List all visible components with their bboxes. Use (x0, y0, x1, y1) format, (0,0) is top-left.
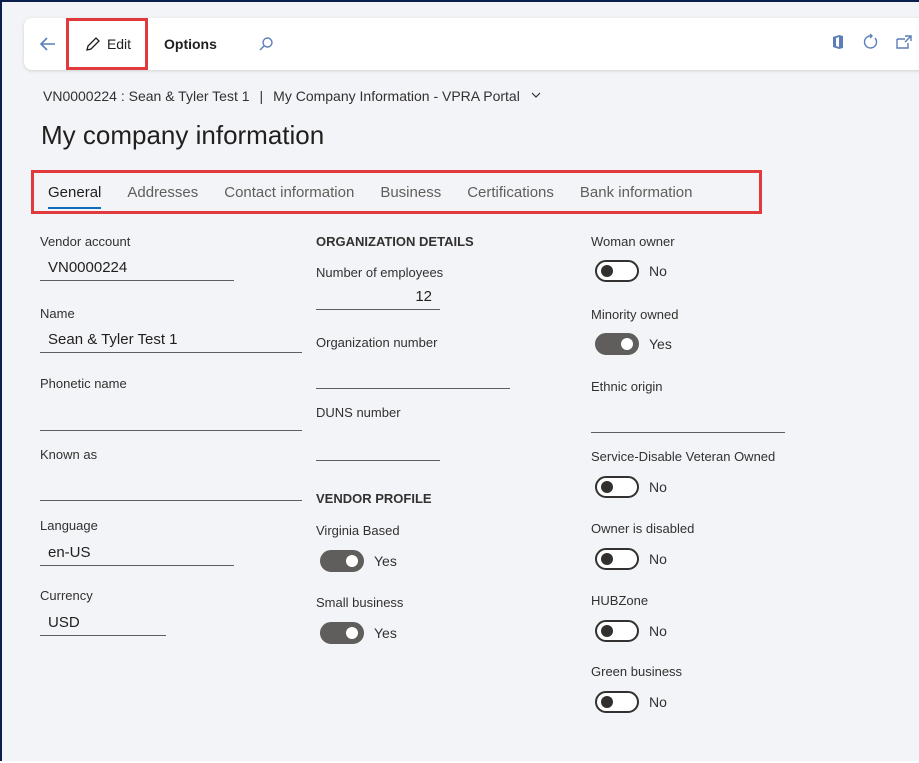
open-new-window-icon[interactable] (895, 34, 913, 55)
form-content: VN0000224 : Sean & Tyler Test 1 | My Com… (24, 82, 919, 763)
owner-is-disabled-value: No (649, 551, 667, 567)
vendor-account-label: Vendor account (40, 234, 131, 249)
tab-bank-information[interactable]: Bank information (580, 184, 693, 201)
organization-number-label: Organization number (316, 335, 438, 350)
minority-owned-toggle-row: Yes (595, 333, 672, 355)
currency-label: Currency (40, 588, 93, 603)
name-label: Name (40, 306, 75, 321)
chevron-down-icon[interactable] (530, 88, 542, 104)
number-of-employees-field[interactable]: 12 (316, 284, 440, 310)
breadcrumb-page[interactable]: My Company Information - VPRA Portal (273, 88, 520, 104)
hubzone-value: No (649, 623, 667, 639)
back-arrow-icon (39, 37, 55, 51)
language-label: Language (40, 518, 98, 533)
edit-highlight-box (66, 18, 148, 70)
woman-owner-value: No (649, 263, 667, 279)
vendor-account-field[interactable]: VN0000224 (40, 255, 234, 281)
small-business-toggle-row: Yes (320, 622, 397, 644)
known-as-field[interactable] (40, 475, 302, 501)
minority-owned-value: Yes (649, 336, 672, 352)
owner-is-disabled-toggle-row: No (595, 548, 667, 570)
hubzone-label: HUBZone (591, 593, 649, 608)
small-business-label: Small business (316, 595, 404, 610)
duns-number-field[interactable] (316, 435, 440, 461)
virginia-based-toggle-row: Yes (320, 550, 397, 572)
virginia-based-label: Virginia Based (316, 523, 400, 538)
vendor-profile-heading: VENDOR PROFILE (316, 491, 432, 506)
hubzone-toggle-row: No (595, 620, 667, 642)
tab-business[interactable]: Business (380, 184, 441, 201)
small-business-value: Yes (374, 625, 397, 641)
app-shell: Edit Options VN0000224 : Sean & Tyler Te… (2, 2, 919, 761)
search-button[interactable] (258, 18, 274, 70)
ethnic-origin-label: Ethnic origin (591, 379, 663, 394)
tab-contact-information[interactable]: Contact information (224, 184, 354, 201)
currency-field[interactable]: USD (40, 610, 166, 636)
known-as-label: Known as (40, 447, 98, 462)
tab-strip: General Addresses Contact information Bu… (31, 170, 762, 214)
back-button[interactable] (36, 18, 60, 70)
breadcrumb-separator: | (259, 88, 264, 104)
toolbar-right-icons (831, 18, 913, 70)
duns-number-label: DUNS number (316, 405, 401, 420)
organization-details-heading: ORGANIZATION DETAILS (316, 234, 474, 249)
language-field[interactable]: en-US (40, 540, 234, 566)
breadcrumb: VN0000224 : Sean & Tyler Test 1 | My Com… (43, 88, 542, 104)
page-title: My company information (41, 120, 325, 150)
action-pane: Edit Options (24, 18, 919, 70)
minority-owned-label: Minority owned (591, 307, 679, 322)
refresh-icon[interactable] (861, 33, 879, 56)
woman-owner-toggle-row: No (595, 260, 667, 282)
phonetic-name-field[interactable] (40, 405, 302, 431)
search-icon (259, 37, 273, 51)
organization-number-field[interactable] (316, 363, 510, 389)
breadcrumb-record[interactable]: VN0000224 : Sean & Tyler Test 1 (43, 88, 250, 104)
hubzone-toggle[interactable] (595, 620, 639, 642)
service-disabled-veteran-owned-value: No (649, 479, 667, 495)
office-icon[interactable] (831, 34, 845, 55)
virginia-based-toggle[interactable] (320, 550, 364, 572)
service-disabled-veteran-owned-toggle[interactable] (595, 476, 639, 498)
woman-owner-toggle[interactable] (595, 260, 639, 282)
tab-general[interactable]: General (48, 184, 102, 209)
small-business-toggle[interactable] (320, 622, 364, 644)
owner-is-disabled-toggle[interactable] (595, 548, 639, 570)
name-field[interactable]: Sean & Tyler Test 1 (40, 327, 302, 353)
virginia-based-value: Yes (374, 553, 397, 569)
green-business-toggle-row: No (595, 691, 667, 713)
service-disabled-veteran-owned-label: Service-Disable Veteran Owned (591, 449, 776, 464)
green-business-label: Green business (591, 664, 683, 679)
minority-owned-toggle[interactable] (595, 333, 639, 355)
options-button[interactable]: Options (164, 18, 217, 70)
green-business-toggle[interactable] (595, 691, 639, 713)
phonetic-name-label: Phonetic name (40, 376, 127, 391)
tab-certifications[interactable]: Certifications (467, 184, 554, 201)
woman-owner-label: Woman owner (591, 234, 675, 249)
number-of-employees-label: Number of employees (316, 265, 444, 280)
tab-addresses[interactable]: Addresses (127, 184, 198, 201)
ethnic-origin-field[interactable] (591, 407, 785, 433)
green-business-value: No (649, 694, 667, 710)
owner-is-disabled-label: Owner is disabled (591, 521, 695, 536)
service-disabled-veteran-owned-toggle-row: No (595, 476, 667, 498)
